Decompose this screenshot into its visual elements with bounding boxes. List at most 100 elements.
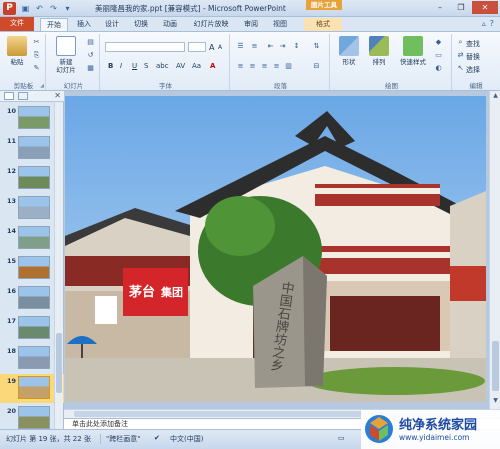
shrink-font-button[interactable]: A	[218, 44, 222, 51]
grow-font-button[interactable]: A	[209, 43, 214, 52]
align-text-icon[interactable]: ⊟	[312, 62, 321, 71]
scroll-down-icon[interactable]: ▼	[491, 397, 500, 406]
shape-effects-icon[interactable]: ◐	[434, 64, 443, 73]
select-button[interactable]: 选择	[466, 65, 480, 75]
tab-slideshow[interactable]: 幻灯片放映	[188, 18, 234, 31]
middle-rail	[315, 252, 450, 258]
quick-access-toolbar: ▣ ↶ ↷ ▾	[20, 3, 73, 14]
slide-count: 幻灯片 第 19 张，共 22 张	[6, 435, 91, 443]
white-banner	[95, 296, 117, 324]
tab-file[interactable]: 文件	[0, 17, 34, 31]
tab-animations[interactable]: 动画	[159, 18, 181, 31]
powerpoint-logo-icon[interactable]: P	[3, 2, 16, 15]
thumbnail-image	[18, 166, 50, 189]
group-editing: ⌕ 查找 ⇄ 替换 ↖ 选择 编辑	[454, 34, 498, 90]
find-button[interactable]: 查找	[466, 39, 480, 49]
redo-icon[interactable]: ↷	[48, 3, 59, 14]
slide-number: 13	[7, 197, 17, 205]
reset-icon[interactable]: ↺	[86, 51, 95, 60]
replace-button[interactable]: 替换	[466, 52, 480, 62]
sign-text2: 集团	[160, 285, 183, 299]
font-name-field[interactable]	[105, 42, 185, 52]
format-painter-icon[interactable]: ✎	[32, 64, 41, 73]
slides-pane-scrollbar[interactable]	[54, 103, 63, 429]
columns-icon[interactable]: ▥	[284, 62, 293, 71]
slide-scrollbar[interactable]: ▲ ▼	[489, 91, 500, 409]
tree-highlight	[205, 196, 275, 256]
replace-icon: ⇄	[457, 51, 464, 59]
minimize-ribbon-icon[interactable]: ▵	[482, 19, 486, 28]
tab-review[interactable]: 审阅	[240, 18, 262, 31]
font-size-field[interactable]	[188, 42, 206, 52]
strikethrough-button[interactable]: S	[144, 62, 148, 70]
italic-button[interactable]: I	[120, 62, 122, 70]
bullets-icon[interactable]: ☰	[236, 42, 245, 51]
char-spacing-button[interactable]: AV	[176, 62, 185, 70]
paste-button[interactable]: 粘贴	[4, 36, 30, 66]
layout-icon[interactable]: ▤	[86, 38, 95, 47]
increase-indent-icon[interactable]: ⇥	[278, 42, 287, 51]
scroll-up-icon[interactable]: ▲	[491, 92, 500, 101]
language[interactable]: 中文(中国)	[170, 434, 203, 444]
dialog-launcher-icon[interactable]: ◢	[40, 83, 44, 89]
slide-number: 16	[7, 287, 17, 295]
justify-icon[interactable]: ≡	[272, 62, 281, 71]
save-icon[interactable]: ▣	[20, 3, 31, 14]
shape-outline-icon[interactable]: ▭	[434, 51, 443, 60]
tab-format[interactable]: 格式	[304, 18, 342, 31]
slides-pane: ✕ 10 11 12 13 14 15 16 17 18 19 20	[0, 91, 64, 429]
shapes-icon	[339, 36, 359, 56]
tab-insert[interactable]: 插入	[73, 18, 95, 31]
lower-doors	[330, 296, 440, 351]
group-clipboard: 粘贴 ✂ ⎘ ✎ 剪贴板 ◢	[2, 34, 46, 90]
tab-view[interactable]: 视图	[269, 18, 291, 31]
customize-toolbar-icon[interactable]: ▾	[62, 3, 73, 14]
shapes-button[interactable]: 形状	[336, 36, 362, 66]
shadow-button[interactable]: abc	[156, 62, 169, 70]
current-slide[interactable]: 茅台 集团 中国石牌坊之乡	[65, 96, 486, 402]
slides-tab[interactable]	[4, 92, 14, 100]
decrease-indent-icon[interactable]: ⇤	[266, 42, 275, 51]
font-color-button[interactable]: A	[210, 62, 215, 70]
align-left-icon[interactable]: ≡	[236, 62, 245, 71]
underline-button[interactable]: U	[132, 62, 137, 70]
window-title: 美丽隆昌我的家.ppt [兼容模式] - Microsoft PowerPoin…	[95, 4, 286, 13]
section-icon[interactable]: ▦	[86, 64, 95, 73]
new-slide-button[interactable]: 新建 幻灯片	[51, 36, 81, 74]
group-label-drawing: 绘图	[385, 82, 398, 90]
normal-view-icon[interactable]: ▭	[338, 434, 345, 442]
watermark-title: 纯净系统家园	[399, 418, 478, 433]
line-spacing-icon[interactable]: ↕	[292, 42, 301, 51]
tab-transitions[interactable]: 切换	[130, 18, 152, 31]
text-direction-icon[interactable]: ⇅	[312, 42, 321, 51]
undo-icon[interactable]: ↶	[34, 3, 45, 14]
arrange-icon	[369, 36, 389, 56]
bold-button[interactable]: B	[108, 62, 113, 70]
outline-tab[interactable]	[18, 92, 28, 100]
change-case-button[interactable]: Aa	[192, 62, 201, 70]
tab-home[interactable]: 开始	[40, 18, 68, 31]
close-pane-icon[interactable]: ✕	[54, 91, 61, 100]
scroll-thumb[interactable]	[56, 333, 62, 393]
help-icon[interactable]: ?	[490, 19, 494, 28]
right-balcony	[450, 266, 486, 301]
align-right-icon[interactable]: ≡	[260, 62, 269, 71]
quick-styles-button[interactable]: 快速样式	[396, 36, 430, 66]
group-drawing: 形状 排列 快速样式 ◆ ▭ ◐ 绘图	[332, 34, 452, 90]
slide-scroll-thumb[interactable]	[492, 341, 499, 391]
cut-icon[interactable]: ✂	[32, 38, 41, 47]
thumbnail-image	[18, 406, 50, 429]
copy-icon[interactable]: ⎘	[32, 51, 41, 60]
close-button[interactable]: ✕	[472, 1, 498, 14]
restore-button[interactable]: ❐	[451, 1, 471, 14]
arrange-button[interactable]: 排列	[366, 36, 392, 66]
shape-fill-icon[interactable]: ◆	[434, 38, 443, 47]
status-divider	[100, 434, 101, 444]
tab-design[interactable]: 设计	[101, 18, 123, 31]
group-label-editing: 编辑	[469, 82, 483, 90]
align-center-icon[interactable]: ≡	[248, 62, 257, 71]
spellcheck-icon[interactable]: ✔	[154, 434, 160, 442]
slide-number: 14	[7, 227, 17, 235]
numbering-icon[interactable]: ≡	[250, 42, 259, 51]
minimize-button[interactable]: –	[430, 1, 450, 14]
